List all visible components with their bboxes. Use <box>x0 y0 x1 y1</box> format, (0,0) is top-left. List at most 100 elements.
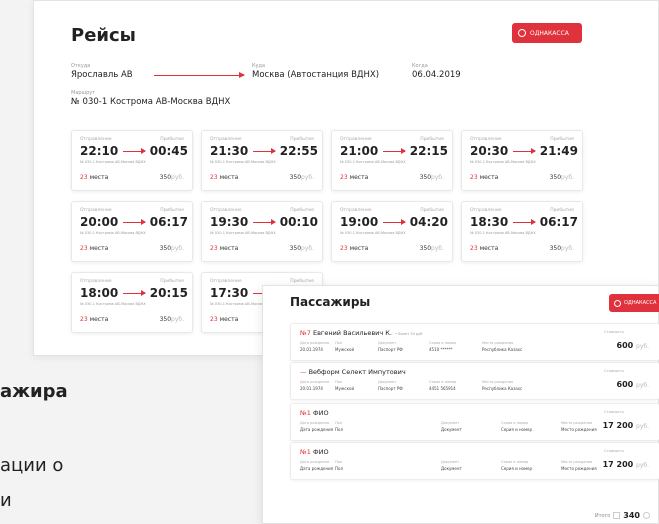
arrow-icon <box>123 219 146 225</box>
departure-label: Отправление <box>80 279 112 284</box>
departure-time: 20:00 <box>80 215 119 229</box>
field-value[interactable]: Дата рождения <box>300 466 333 471</box>
times-row: 18:00 20:15 <box>80 286 188 300</box>
field-value[interactable]: 4510 ****** <box>429 347 452 352</box>
flight-card[interactable]: Отправление Прибытие 22:10 00:45 № 030-1 Кос… <box>71 130 193 191</box>
flight-card[interactable]: Отправление Прибытие 19:30 00:10 № 030-1 Кос… <box>201 201 323 262</box>
seats-count: 23 <box>80 316 88 323</box>
departure-label: Отправление <box>210 137 242 142</box>
passenger-name: — Вебформ Селект Импутович <box>300 368 409 376</box>
price-currency: руб. <box>431 245 444 252</box>
cost: 17 200 руб. <box>603 421 649 430</box>
seats: 23 места <box>80 316 108 323</box>
cost: 600 руб. <box>617 341 649 350</box>
field-value[interactable]: Республика Казахс <box>482 347 522 352</box>
price-value: 350 <box>419 174 432 181</box>
times-row: 18:30 06:17 <box>470 215 578 229</box>
arrival-label: Прибытие <box>550 208 574 213</box>
card-route: № 030-1 Кострома АВ-Москва ВДНХ <box>80 160 146 164</box>
field-value[interactable]: 20.01.1974 <box>300 347 323 352</box>
field-value[interactable]: Серия и номер <box>501 466 532 471</box>
brand-button[interactable]: ОДНАКАССА <box>512 23 582 43</box>
field-value[interactable]: Место рождения <box>561 427 597 432</box>
date-label: Когда <box>412 63 428 69</box>
to-value[interactable]: Москва (Автостанция ВДНХ) <box>252 70 379 80</box>
seats-count: 23 <box>80 245 88 252</box>
passenger-card[interactable]: — Вебформ Селект Импутович Дата рождения 2… <box>290 362 659 400</box>
passenger-card[interactable]: №1 ФИО Дата рождения Дата рождения Пол Пол До… <box>290 442 659 480</box>
departure-time: 18:30 <box>470 215 509 229</box>
field-value[interactable]: 4451 565914 <box>429 386 456 391</box>
passenger-card[interactable]: №1 ФИО Дата рождения Дата рождения Пол Пол До… <box>290 403 659 441</box>
field-value[interactable]: 20.01.1974 <box>300 386 323 391</box>
passenger-fullname: ФИО <box>312 409 329 417</box>
total-label: Итого <box>594 512 611 519</box>
field-value[interactable]: Мужской <box>335 347 354 352</box>
departure-time: 21:30 <box>210 144 249 158</box>
field-value[interactable]: Место рождения <box>561 466 597 471</box>
field-value[interactable]: Серия и номер <box>501 427 532 432</box>
arrival-label: Прибытие <box>420 137 444 142</box>
brand-button[interactable]: ОДНАКАССА <box>609 294 659 312</box>
passenger-card[interactable]: №7 Евгений Васильевич К. • Билет 34 руб Да… <box>290 323 659 361</box>
flight-card[interactable]: Отправление Прибытие 19:00 04:20 № 030-1 Кос… <box>331 201 453 262</box>
field-value[interactable]: Документ <box>441 427 462 432</box>
card-route: № 030-1 Кострома АВ-Москва ВДНХ <box>340 231 406 235</box>
times-row: 20:30 21:49 <box>470 144 578 158</box>
toggle-icon[interactable] <box>643 512 650 519</box>
field-value[interactable]: Дата рождения <box>300 427 333 432</box>
arrow-icon <box>513 219 536 225</box>
route-value[interactable]: № 030-1 Кострома АВ-Москва ВДНХ <box>71 97 230 107</box>
arrow-icon <box>253 148 276 154</box>
flight-card[interactable]: Отправление Прибытие 20:30 21:49 № 030-1 Кос… <box>461 130 583 191</box>
seats-word: места <box>89 245 109 252</box>
price: 350руб. <box>160 174 184 181</box>
arrival-label: Прибытие <box>420 208 444 213</box>
field-value[interactable]: Паспорт РФ <box>378 386 403 391</box>
seats: 23 места <box>470 245 498 252</box>
departure-label: Отправление <box>210 208 242 213</box>
flight-card[interactable]: Отправление Прибытие 21:00 22:15 № 030-1 Кос… <box>331 130 453 191</box>
flight-card[interactable]: Отправление Прибытие 18:30 06:17 № 030-1 Кос… <box>461 201 583 262</box>
cost-label: Стоимость <box>604 410 624 414</box>
field-value[interactable]: Республика Казахс <box>482 386 522 391</box>
field-label: Пол <box>335 421 343 425</box>
arrival-label: Прибытие <box>550 137 574 142</box>
field-label: Серия и номер <box>501 421 529 425</box>
flight-card[interactable]: Отправление Прибытие 21:30 22:55 № 030-1 Кос… <box>201 130 323 191</box>
price: 350руб. <box>160 245 184 252</box>
field-label: Дата рождения <box>300 380 329 384</box>
arrival-time: 22:15 <box>409 144 448 158</box>
card-route: № 030-1 Кострома АВ-Москва ВДНХ <box>80 231 146 235</box>
seats-word: места <box>219 245 239 252</box>
checkbox[interactable] <box>613 512 621 519</box>
field-value[interactable]: Пол <box>335 427 343 432</box>
field-value[interactable]: Паспорт РФ <box>378 347 403 352</box>
field-value[interactable]: Документ <box>441 466 462 471</box>
cost-label: Стоимость <box>604 369 624 373</box>
field-label: Документ <box>378 341 397 345</box>
cost: 17 200 руб. <box>603 460 649 469</box>
logo-icon <box>518 29 526 37</box>
flight-card[interactable]: Отправление Прибытие 18:00 20:15 № 030-1 Кос… <box>71 272 193 333</box>
passenger-fullname: Евгений Васильевич К. <box>312 329 392 337</box>
field-label: Документ <box>378 380 397 384</box>
departure-label: Отправление <box>340 208 372 213</box>
from-value[interactable]: Ярославль АВ <box>71 70 133 80</box>
field-label: Пол <box>335 380 343 384</box>
field-label: Дата рождения <box>300 460 329 464</box>
times-row: 19:00 04:20 <box>340 215 448 229</box>
field-value[interactable]: Мужской <box>335 386 354 391</box>
arrival-time: 21:49 <box>539 144 578 158</box>
cost-currency: руб. <box>636 382 649 389</box>
field-value[interactable]: Пол <box>335 466 343 471</box>
times-row: 21:00 22:15 <box>340 144 448 158</box>
cost-label: Стоимость <box>604 330 624 334</box>
price: 350руб. <box>550 245 574 252</box>
seats-count: 23 <box>470 245 478 252</box>
flight-card[interactable]: Отправление Прибытие 20:00 06:17 № 030-1 Кос… <box>71 201 193 262</box>
departure-time: 22:10 <box>80 144 119 158</box>
price: 350руб. <box>550 174 574 181</box>
date-value[interactable]: 06.04.2019 <box>412 70 461 80</box>
arrow-icon <box>123 148 146 154</box>
